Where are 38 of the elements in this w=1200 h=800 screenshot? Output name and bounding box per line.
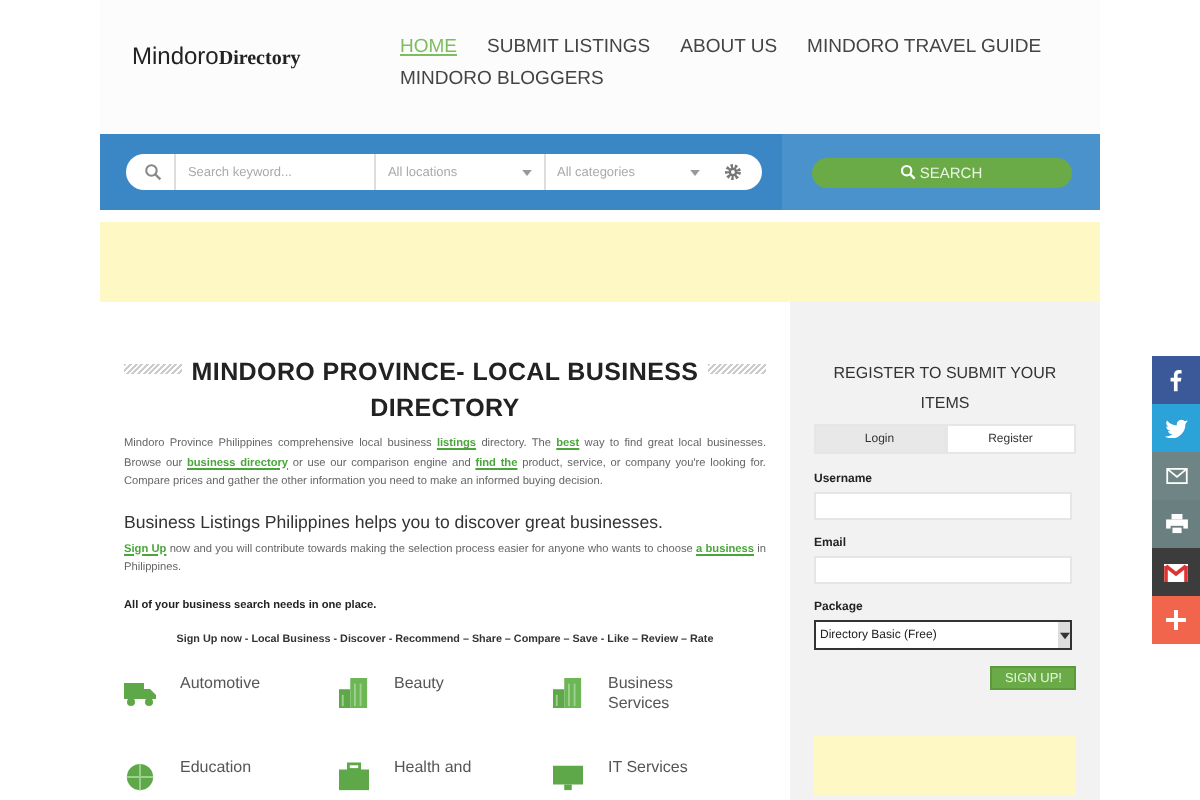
category-link[interactable]: Education: [180, 757, 280, 777]
category-link[interactable]: Health and: [394, 757, 494, 777]
plus-icon: [1166, 610, 1186, 630]
gmail-share-button[interactable]: [1152, 548, 1200, 596]
facebook-share-button[interactable]: [1152, 356, 1200, 404]
subheading: Business Listings Philippines helps you to discover great businesses.: [124, 511, 665, 531]
nav-link[interactable]: MINDORO BLOGGERS: [400, 68, 604, 92]
printer-icon: [1165, 514, 1187, 534]
briefcase-icon: [338, 761, 370, 791]
building-icon: [552, 677, 584, 707]
page-title: MINDORO PROVINCE- LOCAL BUSINESS DIRECTORY: [190, 356, 700, 426]
panel-title: REGISTER TO SUBMIT YOUR ITEMS: [831, 362, 1059, 416]
category-link[interactable]: Automotive: [180, 673, 280, 693]
category-link[interactable]: Business Services: [608, 673, 708, 713]
bird-icon: [1164, 418, 1188, 438]
settings-icon[interactable]: [712, 154, 762, 190]
truck-icon: [124, 677, 156, 707]
nav-link[interactable]: ABOUT US: [680, 36, 778, 60]
category-link[interactable]: IT Services: [608, 757, 708, 777]
username-field[interactable]: [814, 492, 1072, 520]
email-field[interactable]: [814, 556, 1072, 584]
search-icon: [126, 154, 174, 190]
globe-icon: [124, 761, 156, 791]
caret-icon: [521, 169, 531, 175]
nav-link[interactable]: MINDORO TRAVEL GUIDE: [807, 36, 1042, 60]
print-share-button[interactable]: [1152, 500, 1200, 548]
site-logo[interactable]: MindoroDirectory: [100, 0, 400, 134]
monitor-icon: [552, 761, 584, 791]
mail-icon: [1164, 563, 1188, 581]
caret-icon: [690, 169, 701, 175]
twitter-share-button[interactable]: [1152, 404, 1200, 452]
email-share-button[interactable]: [1152, 452, 1200, 500]
category-link[interactable]: Beauty: [394, 673, 494, 693]
envelope-icon: [1165, 468, 1187, 484]
building-icon: [338, 677, 370, 707]
nav-link[interactable]: SUBMIT LISTINGS: [487, 36, 651, 60]
facebook-icon: [1168, 368, 1184, 392]
search-icon: [899, 164, 916, 180]
